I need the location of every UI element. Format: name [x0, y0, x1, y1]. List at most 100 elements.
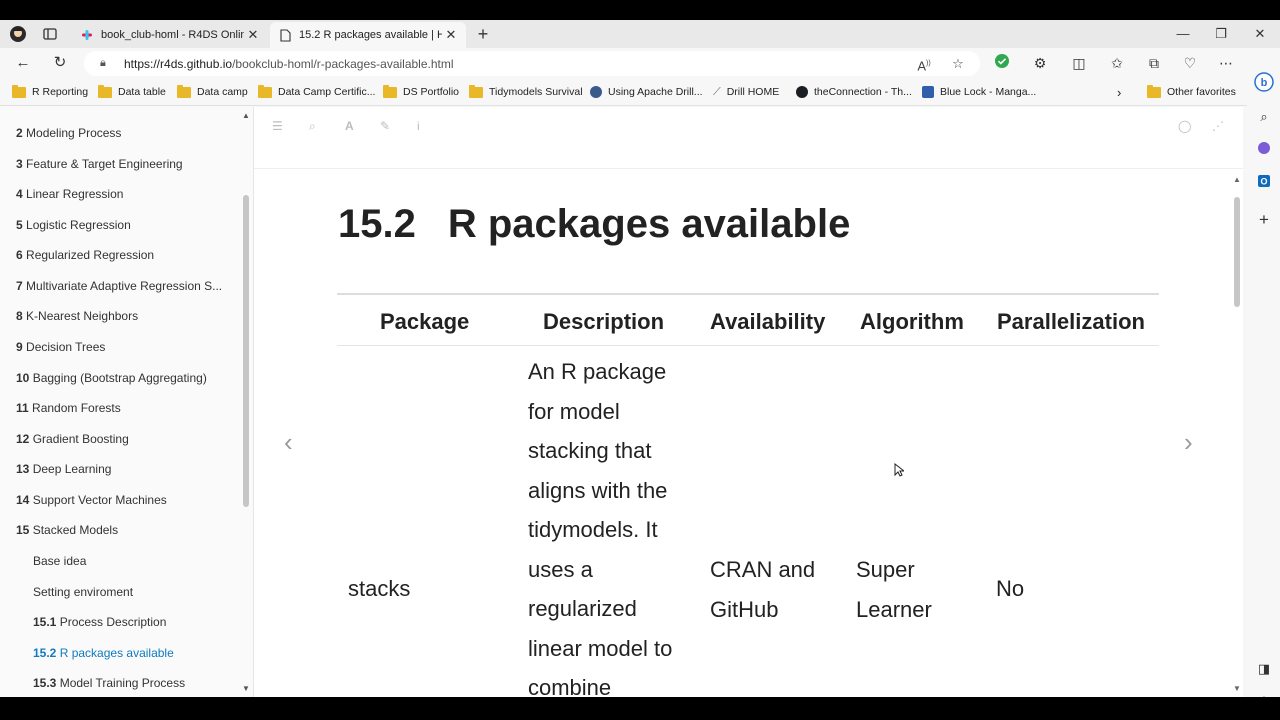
folder-icon	[383, 84, 397, 98]
toc-subitem[interactable]: 15.1 Process Description	[33, 615, 166, 629]
read-aloud-icon[interactable]: A))	[914, 51, 934, 76]
toc-item[interactable]: 2 Modeling Process	[16, 126, 121, 140]
page-icon	[278, 28, 292, 42]
toc-item[interactable]: 6 Regularized Regression	[16, 248, 154, 262]
scroll-up-arrow-icon[interactable]: ▲	[242, 111, 250, 120]
favorites-icon[interactable]: ✩	[1107, 53, 1127, 73]
favorite-drill-home[interactable]: ⟋ Drill HOME	[713, 84, 779, 100]
copilot-icon[interactable]: b	[1253, 72, 1275, 94]
web-page: ▲ 2 Modeling Process 3 Feature & Target …	[0, 107, 1243, 697]
tab-title: book_club-homl - R4DS Online L	[101, 29, 244, 41]
close-icon[interactable]: ✕	[244, 27, 262, 43]
toc-subitem[interactable]: Setting enviroment	[33, 585, 133, 599]
toc-item[interactable]: 3 Feature & Target Engineering	[16, 157, 183, 171]
favorite-tidymodels-survival[interactable]: Tidymodels Survival	[469, 84, 583, 100]
favorite-ds-portfolio[interactable]: DS Portfolio	[383, 84, 459, 100]
browser-essentials-icon[interactable]: ♡	[1180, 53, 1200, 73]
toc-toggle-icon[interactable]: ☰	[272, 119, 283, 133]
github-icon[interactable]: ◯	[1178, 119, 1191, 133]
favorite-r-reporting[interactable]: R Reporting	[12, 84, 88, 100]
font-settings-icon[interactable]: A	[345, 119, 354, 133]
table-header-parallelization: Parallelization	[997, 309, 1145, 334]
folder-icon	[1147, 84, 1161, 98]
toc-item[interactable]: 9 Decision Trees	[16, 340, 105, 354]
page-scrollbar-thumb[interactable]	[1234, 197, 1240, 307]
outlook-icon[interactable]: O	[1253, 173, 1275, 195]
tab-book-club[interactable]: book_club-homl - R4DS Online L ✕	[72, 22, 268, 48]
more-menu-icon[interactable]: ⋯	[1216, 53, 1236, 73]
edit-icon[interactable]: ✎	[380, 119, 390, 133]
close-icon[interactable]: ✕	[442, 27, 460, 43]
toc-item[interactable]: 5 Logistic Regression	[16, 218, 131, 232]
chevron-right-icon[interactable]: ›	[1117, 84, 1121, 100]
favorite-star-icon[interactable]: ☆	[948, 51, 968, 76]
address-bar[interactable]: 🔒︎ https://r4ds.github.io/bookclub-homl/…	[84, 51, 980, 76]
favorite-the-connection[interactable]: theConnection - Th...	[796, 84, 912, 100]
favorite-apache-drill[interactable]: Using Apache Drill...	[590, 84, 703, 100]
folder-icon	[258, 84, 272, 98]
tab-strip: book_club-homl - R4DS Online L ✕ 15.2 R …	[0, 20, 1280, 48]
next-page-arrow-icon[interactable]: ›	[1184, 427, 1193, 458]
folder-icon	[469, 84, 483, 98]
split-screen-icon[interactable]: ◫	[1069, 53, 1089, 73]
previous-page-arrow-icon[interactable]: ‹	[284, 427, 293, 458]
edge-sidebar: b ⌕ O + ◨ ⚙	[1247, 48, 1280, 697]
collections-icon[interactable]: ⧉	[1144, 53, 1164, 73]
cell-algorithm: Super Learner	[856, 557, 932, 622]
toc-subitem[interactable]: Base idea	[33, 554, 86, 568]
info-icon[interactable]: i	[417, 119, 420, 133]
favorite-blue-lock[interactable]: Blue Lock - Manga...	[922, 84, 1036, 100]
window-close-icon[interactable]: ✕	[1250, 24, 1270, 44]
search-icon[interactable]: ⌕	[1253, 106, 1275, 128]
new-tab-plus-icon[interactable]: +	[473, 24, 493, 44]
toc-item[interactable]: 10 Bagging (Bootstrap Aggregating)	[16, 371, 207, 385]
toc-item[interactable]: 4 Linear Regression	[16, 187, 123, 201]
toc-item[interactable]: 7 Multivariate Adaptive Regression S...	[16, 279, 222, 293]
feather-icon: ⟋	[713, 85, 721, 98]
scroll-down-arrow-icon[interactable]: ▼	[242, 684, 250, 693]
extensions-puzzle-icon[interactable]: ⚙︎	[1030, 53, 1050, 73]
page-scroll-up-icon[interactable]: ▲	[1233, 175, 1241, 184]
page-scroll-down-icon[interactable]: ▼	[1233, 684, 1241, 693]
table-header-algorithm: Algorithm	[860, 309, 964, 334]
svg-text:b: b	[1261, 77, 1268, 89]
toc-item[interactable]: 8 K-Nearest Neighbors	[16, 309, 138, 323]
favorite-other[interactable]: Other favorites	[1147, 84, 1236, 100]
slack-icon	[80, 28, 94, 42]
toc-item[interactable]: 13 Deep Learning	[16, 462, 111, 476]
restore-icon[interactable]: ❐	[1211, 24, 1231, 44]
add-plus-icon[interactable]: +	[1253, 209, 1275, 231]
share-icon[interactable]: ⋰	[1212, 119, 1224, 133]
toc-item[interactable]: 11 Random Forests	[16, 401, 121, 415]
folder-icon	[98, 84, 112, 98]
table-top-rule	[337, 293, 1159, 295]
folder-icon	[177, 84, 191, 98]
toc-item[interactable]: 14 Support Vector Machines	[16, 493, 167, 507]
lock-icon: 🔒︎	[100, 57, 106, 69]
tab-r-packages[interactable]: 15.2 R packages available | Hand ✕	[270, 22, 466, 48]
folder-icon	[12, 84, 26, 98]
extension-check-icon[interactable]	[992, 53, 1012, 73]
settings-gear-icon[interactable]: ⚙	[1253, 691, 1275, 697]
toc-subitem-active[interactable]: 15.2 R packages available	[33, 646, 174, 660]
browser-window: book_club-homl - R4DS Online L ✕ 15.2 R …	[0, 20, 1280, 697]
tab-actions-icon[interactable]	[40, 24, 60, 44]
favorite-data-table[interactable]: Data table	[98, 84, 166, 100]
search-icon[interactable]: ⌕	[309, 119, 316, 134]
toc-scrollbar-thumb[interactable]	[243, 195, 249, 507]
toc-item[interactable]: 12 Gradient Boosting	[16, 432, 129, 446]
profile-avatar-icon[interactable]	[8, 24, 28, 44]
toc-item[interactable]: 15 Stacked Models	[16, 523, 118, 537]
favorite-data-camp[interactable]: Data camp	[177, 84, 248, 100]
manga-icon	[922, 86, 934, 98]
office-icon[interactable]	[1253, 140, 1275, 162]
github-icon	[796, 86, 808, 98]
globe-icon	[590, 86, 602, 98]
minimize-icon[interactable]: —	[1173, 24, 1193, 44]
table-header-package: Package	[380, 309, 470, 334]
hide-sidebar-icon[interactable]: ◨	[1253, 658, 1275, 680]
toc-subitem[interactable]: 15.3 Model Training Process	[33, 676, 185, 690]
back-arrow-icon[interactable]: ←	[13, 53, 33, 73]
refresh-icon[interactable]: ↻	[50, 53, 70, 73]
favorite-data-camp-cert[interactable]: Data Camp Certific...	[258, 84, 375, 100]
